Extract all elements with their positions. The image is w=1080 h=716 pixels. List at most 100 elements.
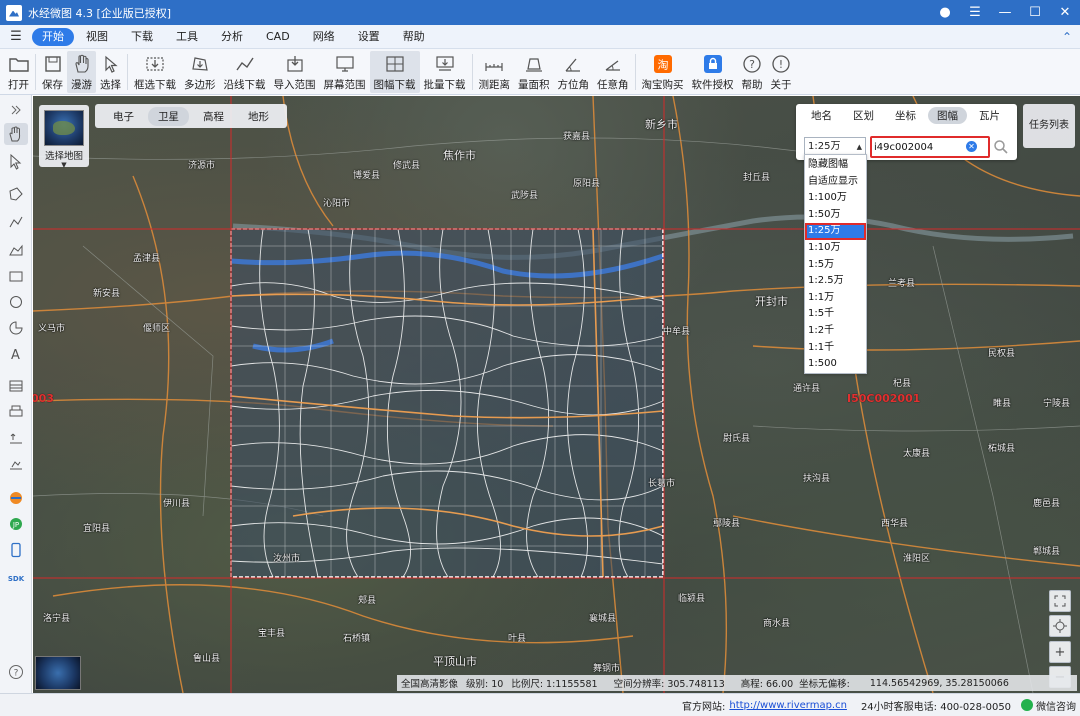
line-download-button[interactable]: 沿线下载 bbox=[220, 51, 270, 93]
collapse-ribbon-icon[interactable]: ⌃ bbox=[1054, 30, 1080, 44]
select-button[interactable]: 选择 bbox=[96, 51, 125, 93]
scale-option[interactable]: 自适应显示 bbox=[805, 174, 866, 191]
plugin-orange-icon[interactable] bbox=[4, 487, 28, 509]
sheet-download-button[interactable]: 图幅下载 bbox=[369, 51, 420, 93]
map-type-electronic[interactable]: 电子 bbox=[103, 107, 144, 126]
polygon-tool-icon[interactable] bbox=[4, 183, 28, 205]
tab-help[interactable]: 帮助 bbox=[392, 28, 436, 46]
scale-option[interactable]: 1:50万 bbox=[805, 207, 866, 224]
hamburger-icon[interactable]: ☰ bbox=[0, 29, 32, 44]
text-tool-icon[interactable]: A bbox=[4, 343, 28, 365]
close-icon[interactable]: ✕ bbox=[1050, 5, 1080, 20]
license-button[interactable]: 软件授权 bbox=[688, 51, 738, 93]
site-link[interactable]: http://www.rivermap.cn bbox=[729, 700, 847, 711]
pan-button[interactable]: 漫游 bbox=[67, 51, 96, 93]
scale-option[interactable]: 1:1千 bbox=[805, 340, 866, 357]
measure-distance-button[interactable]: 测距离 bbox=[475, 51, 515, 93]
open-button[interactable]: 打开 bbox=[4, 51, 33, 93]
scale-option[interactable]: 1:5万 bbox=[805, 257, 866, 274]
sheet-download-icon bbox=[385, 54, 405, 74]
search-tab-sheet[interactable]: 图幅 bbox=[928, 106, 967, 124]
svg-text:A: A bbox=[11, 348, 20, 362]
tab-tools[interactable]: 工具 bbox=[165, 28, 209, 46]
sdk-icon[interactable]: SDK bbox=[4, 567, 28, 589]
print-tool-icon[interactable] bbox=[4, 401, 28, 423]
license-label: 软件授权 bbox=[691, 79, 734, 91]
layer-tool-icon[interactable] bbox=[4, 375, 28, 397]
map-type-terrain[interactable]: 地形 bbox=[238, 107, 279, 126]
select-tool-icon[interactable] bbox=[4, 151, 28, 173]
place-label: 获嘉县 bbox=[563, 132, 591, 142]
area-tool-icon[interactable] bbox=[4, 239, 28, 261]
help-button[interactable]: ? 帮助 bbox=[738, 51, 767, 93]
rectangle-tool-icon[interactable] bbox=[4, 265, 28, 287]
scale-option[interactable]: 1:2.5万 bbox=[805, 273, 866, 290]
info-elevation: 高程: 66.00 bbox=[740, 679, 794, 690]
left-toolbar: A JP SDK ? bbox=[0, 95, 32, 693]
tab-network[interactable]: 网络 bbox=[302, 28, 346, 46]
export-tool-icon[interactable] bbox=[4, 427, 28, 449]
polyline-tool-icon[interactable] bbox=[4, 211, 28, 233]
tab-cad[interactable]: CAD bbox=[255, 28, 301, 46]
place-label: 扶沟县 bbox=[803, 474, 831, 484]
rect-download-button[interactable]: 框选下载 bbox=[130, 51, 180, 93]
search-tab-tile[interactable]: 瓦片 bbox=[970, 107, 1009, 124]
clear-input-icon[interactable]: ✕ bbox=[966, 141, 977, 152]
wechat-consult-button[interactable]: 微信咨询 bbox=[1021, 698, 1076, 713]
search-tab-division[interactable]: 区划 bbox=[844, 107, 883, 124]
tab-start[interactable]: 开始 bbox=[32, 27, 74, 46]
menu-icon[interactable]: ☰ bbox=[960, 5, 990, 20]
overview-globe[interactable] bbox=[35, 656, 81, 690]
any-angle-button[interactable]: 任意角 bbox=[593, 51, 633, 93]
hand-tool-icon[interactable] bbox=[4, 123, 28, 145]
locate-icon[interactable] bbox=[1049, 615, 1071, 637]
tab-analysis[interactable]: 分析 bbox=[210, 28, 254, 46]
tab-download[interactable]: 下载 bbox=[120, 28, 164, 46]
map-type-elevation[interactable]: 高程 bbox=[193, 107, 234, 126]
scale-dropdown-list: 隐藏图幅 自适应显示 1:100万 1:50万 1:25万 1:10万 1:5万… bbox=[804, 154, 867, 374]
zoom-in-button[interactable]: + bbox=[1049, 641, 1071, 663]
azimuth-button[interactable]: 方位角 bbox=[554, 51, 594, 93]
map-type-satellite[interactable]: 卫星 bbox=[148, 106, 189, 126]
taobao-button[interactable]: 淘 淘宝购买 bbox=[638, 51, 688, 93]
scale-option[interactable]: 1:1万 bbox=[805, 290, 866, 307]
plugin-green-icon[interactable]: JP bbox=[4, 513, 28, 535]
line-download-label: 沿线下载 bbox=[223, 79, 266, 91]
tab-settings[interactable]: 设置 bbox=[347, 28, 391, 46]
help-circle-icon[interactable]: ? bbox=[4, 661, 28, 683]
tab-view[interactable]: 视图 bbox=[75, 28, 119, 46]
user-icon[interactable]: ● bbox=[930, 5, 960, 20]
about-button[interactable]: ! 关于 bbox=[767, 51, 796, 93]
map-select-button[interactable]: 选择地图 ▼ bbox=[39, 105, 89, 169]
place-label: 中牟县 bbox=[663, 327, 691, 337]
scale-option[interactable]: 1:10万 bbox=[805, 240, 866, 257]
search-tab-coordinate[interactable]: 坐标 bbox=[886, 107, 925, 124]
screen-range-button[interactable]: 屏幕范围 bbox=[320, 51, 370, 93]
scale-option[interactable]: 1:5千 bbox=[805, 306, 866, 323]
map-view[interactable]: 焦作市 新乡市 开封市 平顶山市 获嘉县 修武县 武陟县 原阳县 封丘县 中牟县… bbox=[33, 96, 1080, 693]
import-range-button[interactable]: 导入范围 bbox=[270, 51, 320, 93]
save-button[interactable]: 保存 bbox=[38, 51, 67, 93]
scale-option[interactable]: 1:500 bbox=[805, 356, 866, 373]
mobile-icon[interactable] bbox=[4, 539, 28, 561]
maximize-icon[interactable]: ☐ bbox=[1020, 5, 1050, 20]
polygon-download-button[interactable]: 多边形 bbox=[180, 51, 220, 93]
place-label: 叶县 bbox=[508, 634, 527, 644]
search-icon[interactable] bbox=[993, 139, 1009, 155]
place-label: 鹿邑县 bbox=[1033, 499, 1061, 509]
task-list-button[interactable]: 任务列表 bbox=[1023, 104, 1075, 148]
circle-tool-icon[interactable] bbox=[4, 291, 28, 313]
batch-download-button[interactable]: 批量下载 bbox=[420, 51, 470, 93]
sector-tool-icon[interactable] bbox=[4, 317, 28, 339]
scale-option[interactable]: 1:2千 bbox=[805, 323, 866, 340]
measure-area-button[interactable]: 量面积 bbox=[514, 51, 554, 93]
fullscreen-icon[interactable] bbox=[1049, 590, 1071, 612]
minimize-icon[interactable]: — bbox=[990, 5, 1020, 20]
expand-panel-icon[interactable] bbox=[4, 99, 28, 121]
scale-option[interactable]: 隐藏图幅 bbox=[805, 157, 866, 174]
elevation-tool-icon[interactable] bbox=[4, 453, 28, 475]
search-tab-placename[interactable]: 地名 bbox=[802, 107, 841, 124]
scale-option-selected[interactable]: 1:25万 bbox=[805, 223, 866, 240]
screen-range-icon bbox=[335, 54, 355, 74]
scale-option[interactable]: 1:100万 bbox=[805, 190, 866, 207]
